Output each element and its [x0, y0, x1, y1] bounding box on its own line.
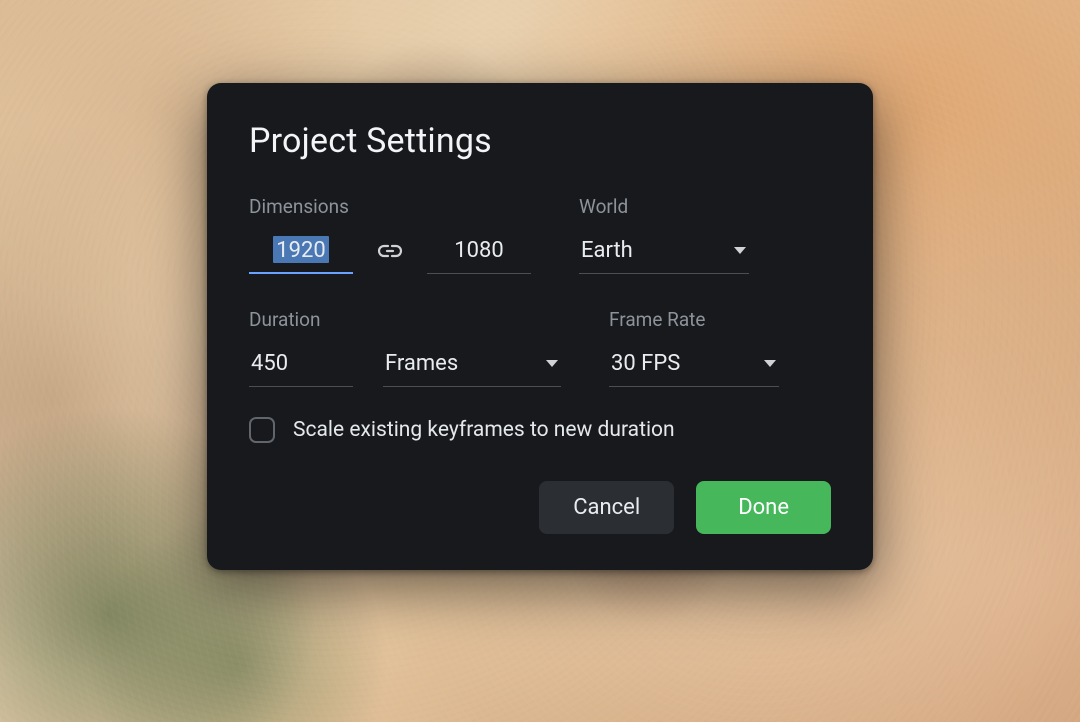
- done-button[interactable]: Done: [696, 481, 831, 534]
- dimensions-inputs: [249, 234, 531, 274]
- dialog-title: Project Settings: [249, 121, 831, 161]
- frame-rate-group: Frame Rate 30 FPS: [609, 308, 779, 387]
- world-label: World: [579, 195, 749, 218]
- scale-keyframes-checkbox[interactable]: [249, 417, 275, 443]
- chevron-down-icon: [545, 359, 559, 369]
- dimensions-label: Dimensions: [249, 195, 531, 218]
- height-input[interactable]: [427, 234, 531, 274]
- duration-unit-value: Frames: [385, 351, 458, 376]
- width-input[interactable]: [249, 234, 353, 274]
- chevron-down-icon: [763, 359, 777, 369]
- world-group: World Earth: [579, 195, 749, 274]
- frame-rate-select[interactable]: 30 FPS: [609, 347, 779, 387]
- scale-keyframes-row: Scale existing keyframes to new duration: [249, 417, 831, 443]
- dimensions-group: Dimensions: [249, 195, 531, 274]
- scale-keyframes-label: Scale existing keyframes to new duration: [293, 418, 675, 442]
- world-select[interactable]: Earth: [579, 234, 749, 274]
- project-settings-dialog: Project Settings Dimensions: [207, 83, 873, 570]
- row-dimensions-world: Dimensions World Earth: [249, 195, 831, 274]
- link-icon[interactable]: [375, 241, 405, 267]
- duration-label: Duration: [249, 308, 561, 331]
- duration-unit-select[interactable]: Frames: [383, 347, 561, 387]
- duration-group: Duration Frames: [249, 308, 561, 387]
- duration-input[interactable]: [249, 347, 353, 387]
- world-value: Earth: [581, 238, 633, 263]
- row-duration-framerate: Duration Frames Frame Rate 30 FPS: [249, 308, 831, 387]
- frame-rate-value: 30 FPS: [611, 351, 680, 376]
- dialog-actions: Cancel Done: [249, 481, 831, 534]
- frame-rate-label: Frame Rate: [609, 308, 779, 331]
- cancel-button[interactable]: Cancel: [539, 481, 674, 534]
- chevron-down-icon: [733, 246, 747, 256]
